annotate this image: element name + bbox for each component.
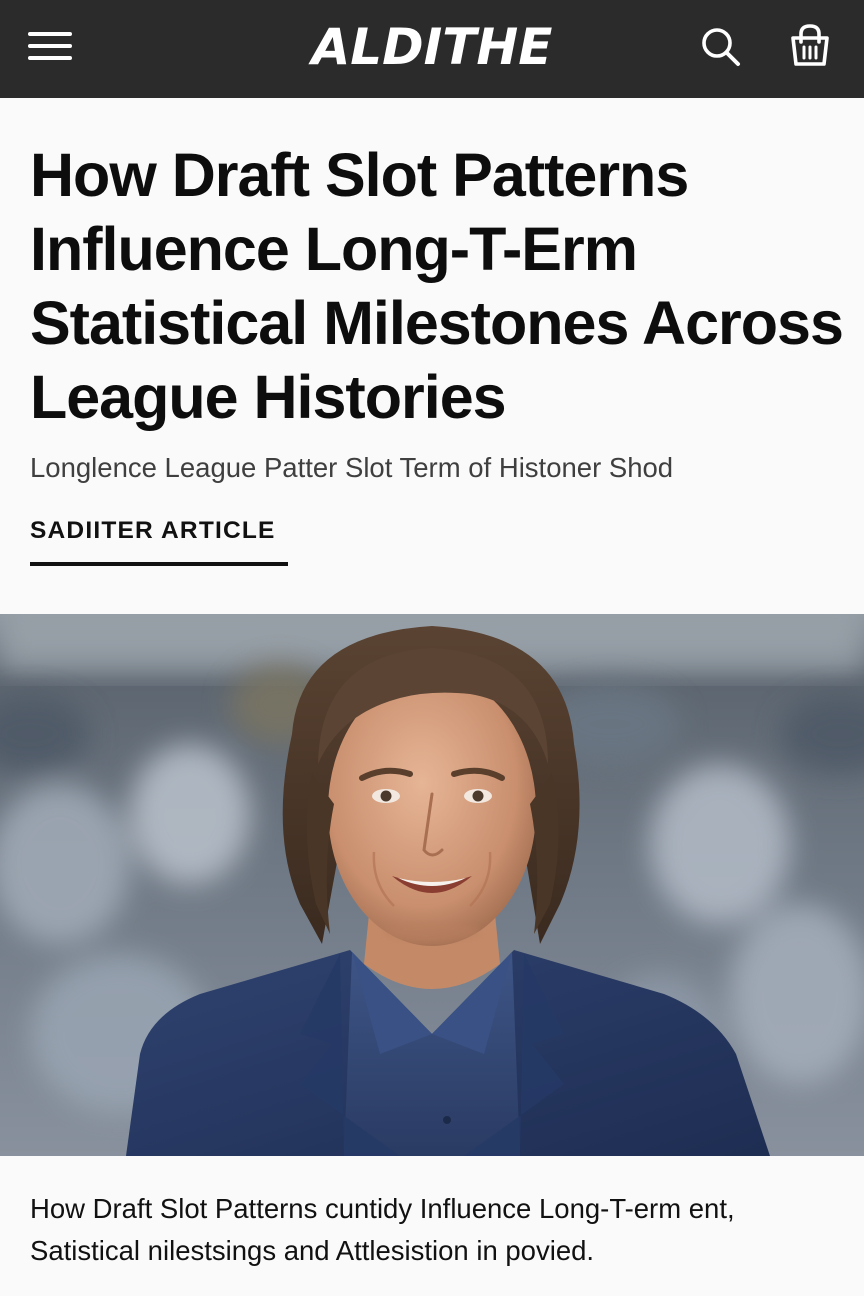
image-caption: How Draft Slot Patterns cuntidy Influenc… — [30, 1193, 735, 1266]
hamburger-menu-icon[interactable] — [26, 26, 74, 66]
article-tag-link[interactable]: SADIITER ARTICLE — [30, 514, 288, 566]
article-tag-label: SADIITER ARTICLE — [30, 517, 276, 544]
article-subheadline: Longlence League Patter Slot Term of His… — [30, 452, 674, 483]
shopping-bag-icon[interactable] — [784, 20, 836, 72]
article-headline: How Draft Slot Patterns Influence Long-T… — [30, 141, 844, 431]
article-page: ALDITHE How Draft Slot Patterns Influenc… — [0, 0, 864, 1296]
tag-underline — [30, 562, 288, 566]
site-logo[interactable]: ALDITHE — [232, 14, 632, 80]
top-nav-bar: ALDITHE — [0, 0, 864, 98]
search-icon[interactable] — [696, 22, 746, 72]
hero-image — [0, 614, 864, 1156]
